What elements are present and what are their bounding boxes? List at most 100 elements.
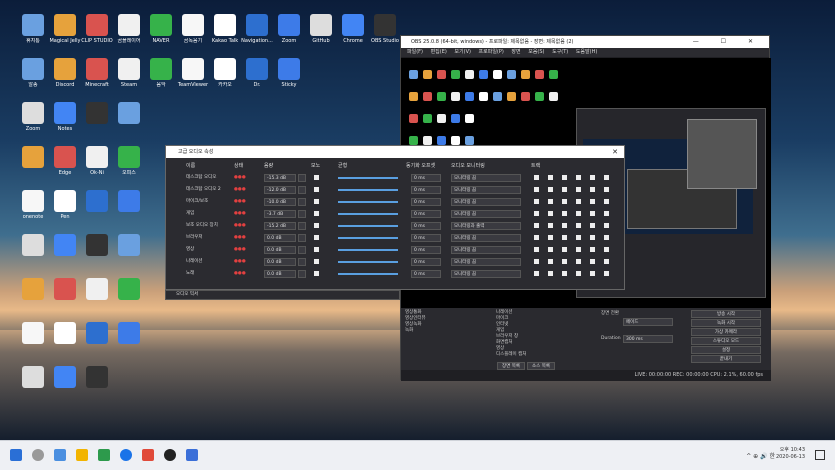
track-checkbox[interactable] [590,222,600,230]
track-checkbox[interactable] [590,270,600,278]
search-icon[interactable] [32,449,44,461]
mono-checkbox[interactable] [314,222,322,230]
sync-offset-input[interactable]: 0 ms [411,198,441,206]
window-controls[interactable]: — ☐ ✕ [693,36,763,48]
monitoring-select[interactable]: 모니터링 끔 [451,270,521,278]
tab-sources[interactable]: 장면 목록 [497,362,525,370]
monitoring-select[interactable]: 모니터링과 출력 [451,222,521,230]
balance-slider[interactable] [338,189,398,191]
track-checkbox[interactable] [590,234,600,242]
volume-input[interactable]: -10.0 dB [264,198,296,206]
track-checkbox[interactable] [562,198,572,206]
track-checkbox[interactable] [590,186,600,194]
control-button[interactable]: 방송 시작 [691,310,761,318]
track-checkbox[interactable] [604,234,614,242]
track-checkbox[interactable] [576,198,586,206]
track-checkbox[interactable] [534,234,544,242]
track-checkbox[interactable] [562,210,572,218]
volume-input[interactable]: -12.0 dB [264,186,296,194]
app-icon[interactable] [142,449,154,461]
mono-checkbox[interactable] [314,270,322,278]
track-checkbox[interactable] [604,186,614,194]
volume-input[interactable]: -15.3 dB [264,174,296,182]
store-icon[interactable] [98,449,110,461]
obs-menubar[interactable]: 파일(F) 편집(E) 보기(V) 프로파일(P) 장면 모음(S) 도구(T)… [401,48,769,57]
track-checkbox[interactable] [604,258,614,266]
clock[interactable]: 오후 10:43 2020-06-13 [776,447,805,461]
source-item[interactable]: 디스플레이 캡처 [496,352,526,358]
track-checkbox[interactable] [590,174,600,182]
track-checkbox[interactable] [548,258,558,266]
volume-stepper[interactable] [298,258,306,266]
monitoring-select[interactable]: 모니터링 끔 [451,186,521,194]
track-checkbox[interactable] [562,186,572,194]
advanced-audio-dialog[interactable]: 고급 오디오 속성 ✕ 이름 상태 음량 모노 균형 동기화 오프셋 오디오 모… [165,145,625,290]
sync-offset-input[interactable]: 0 ms [411,246,441,254]
track-checkbox[interactable] [576,210,586,218]
mono-checkbox[interactable] [314,234,322,242]
system-tray[interactable]: ^ ⊕ 🔊 한 [746,451,775,460]
sync-offset-input[interactable]: 0 ms [411,270,441,278]
track-checkbox[interactable] [548,246,558,254]
control-button[interactable]: 스튜디오 모드 [691,337,761,345]
sync-offset-input[interactable]: 0 ms [411,234,441,242]
mono-checkbox[interactable] [314,246,322,254]
track-checkbox[interactable] [604,222,614,230]
balance-slider[interactable] [338,261,398,263]
track-checkbox[interactable] [604,210,614,218]
volume-input[interactable]: 0.0 dB [264,258,296,266]
track-checkbox[interactable] [604,198,614,206]
volume-input[interactable]: 0.0 dB [264,270,296,278]
volume-stepper[interactable] [298,246,306,254]
volume-input[interactable]: -15.2 dB [264,222,296,230]
track-checkbox[interactable] [590,210,600,218]
audio-mixer-dock[interactable]: 오디오 믹서 [165,290,400,300]
track-checkbox[interactable] [548,174,558,182]
track-checkbox[interactable] [604,174,614,182]
mono-checkbox[interactable] [314,174,322,182]
mono-checkbox[interactable] [314,210,322,218]
track-checkbox[interactable] [562,270,572,278]
transition-select[interactable]: 페이드 [623,318,673,326]
volume-stepper[interactable] [298,198,306,206]
track-checkbox[interactable] [534,210,544,218]
desktop-icon[interactable] [108,320,150,364]
track-checkbox[interactable] [604,246,614,254]
monitoring-select[interactable]: 모니터링 끔 [451,234,521,242]
monitoring-select[interactable]: 모니터링 끔 [451,246,521,254]
track-checkbox[interactable] [534,198,544,206]
sync-offset-input[interactable]: 0 ms [411,222,441,230]
balance-slider[interactable] [338,177,398,179]
balance-slider[interactable] [338,201,398,203]
monitoring-select[interactable]: 모니터링 끔 [451,174,521,182]
track-checkbox[interactable] [576,186,586,194]
tab-mixer[interactable]: 소스 목록 [527,362,555,370]
track-checkbox[interactable] [534,222,544,230]
monitoring-select[interactable]: 모니터링 끔 [451,210,521,218]
mono-checkbox[interactable] [314,186,322,194]
desktop-icon[interactable] [108,276,150,320]
scene-item[interactable]: 녹화 [405,328,426,334]
track-checkbox[interactable] [604,270,614,278]
balance-slider[interactable] [338,213,398,215]
track-checkbox[interactable] [534,270,544,278]
track-checkbox[interactable] [562,222,572,230]
obs-titlebar[interactable]: OBS 25.0.8 (64-bit, windows) - 프로파일: 제목없… [401,36,769,48]
sync-offset-input[interactable]: 0 ms [411,258,441,266]
mono-checkbox[interactable] [314,198,322,206]
desktop-icon[interactable]: 오피스 [108,144,150,188]
track-checkbox[interactable] [590,246,600,254]
desktop-icon[interactable] [108,100,150,144]
track-checkbox[interactable] [576,246,586,254]
start-icon[interactable] [10,449,22,461]
track-checkbox[interactable] [534,186,544,194]
track-checkbox[interactable] [590,198,600,206]
desktop-icon[interactable] [76,364,118,408]
balance-slider[interactable] [338,237,398,239]
balance-slider[interactable] [338,225,398,227]
track-checkbox[interactable] [534,246,544,254]
close-icon[interactable]: ✕ [612,146,618,158]
track-checkbox[interactable] [548,234,558,242]
volume-stepper[interactable] [298,234,306,242]
track-checkbox[interactable] [534,174,544,182]
